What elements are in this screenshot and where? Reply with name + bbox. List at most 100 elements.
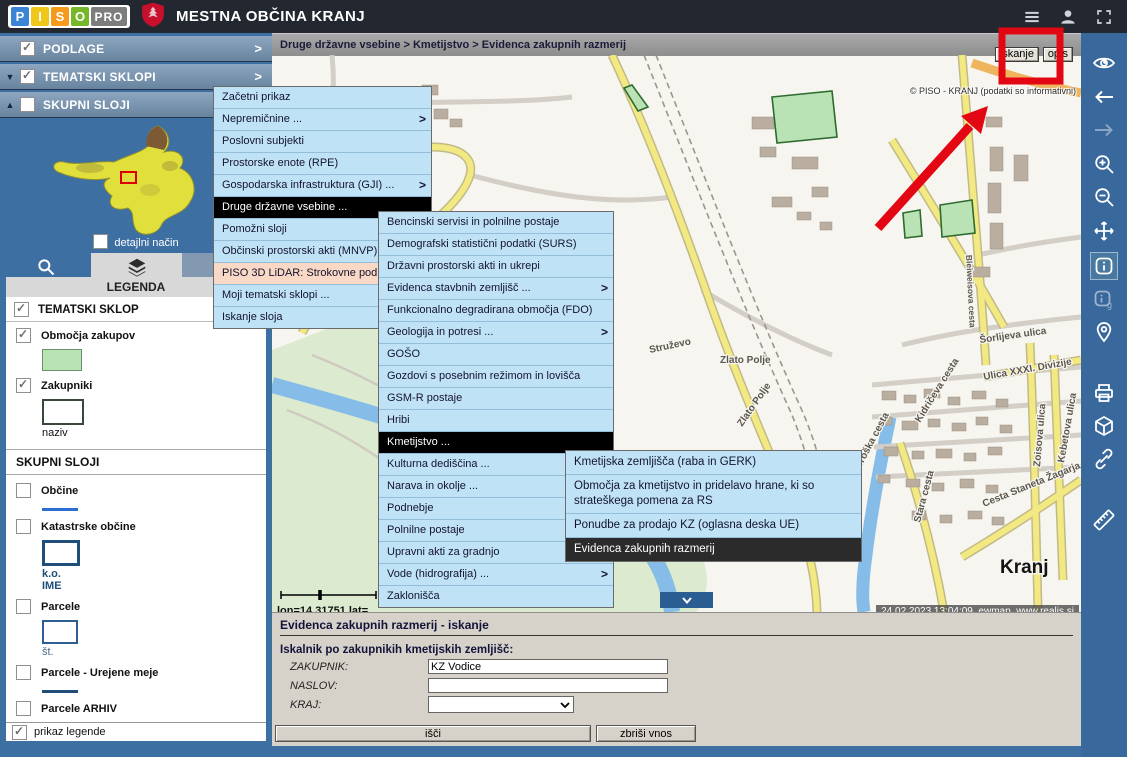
tematski-checkbox[interactable] [20, 69, 35, 84]
identify-group-icon[interactable]: g [1091, 286, 1117, 312]
logo-letter: O [71, 7, 89, 26]
menu-item[interactable]: Demografski statistični podatki (SURS) [379, 234, 613, 256]
menu-item[interactable]: Začetni prikaz [214, 87, 431, 109]
menu-item[interactable]: Kmetijska zemljišča (raba in GERK) [566, 451, 861, 475]
print-icon[interactable] [1091, 380, 1117, 406]
expand-right-icon: > [254, 69, 262, 84]
pan-icon[interactable] [1091, 218, 1117, 244]
map-copyright: © PISO - KRANJ (podatki so informativni) [910, 86, 1076, 96]
menu-item[interactable]: Nepremičnine ...> [214, 109, 431, 131]
legend-item-zakupniki: Zakupniki naziv [16, 378, 256, 439]
tab-layers[interactable] [91, 253, 182, 280]
layer-checkbox[interactable] [16, 328, 31, 343]
legend-swatch [42, 399, 84, 425]
menu-item[interactable]: Gozdovi s posebnim režimom in lovišča [379, 366, 613, 388]
menu-item[interactable]: Geologija in potresi ...> [379, 322, 613, 344]
detail-mode-checkbox[interactable] [93, 234, 108, 249]
skupni-checkbox[interactable] [20, 97, 35, 112]
map-timestamp: 24.02.2023 13:04:09, ewmap, www.realis.s… [876, 605, 1079, 612]
legend-swatch [42, 540, 80, 566]
map-toolbar: g [1081, 33, 1127, 757]
cursor-coordinates: lon=14.31751 lat= [277, 605, 368, 612]
menu-item-active[interactable]: Evidenca zakupnih razmerij [566, 538, 861, 561]
zakupnik-input[interactable] [428, 659, 668, 674]
svg-text:g: g [1107, 300, 1112, 310]
legend-item-parcele: Parcele št. [16, 599, 256, 658]
piso-logo: P I S O PRO [8, 5, 130, 28]
tab-search[interactable] [0, 253, 91, 280]
menu-level3: Kmetijska zemljišča (raba in GERK) Območ… [565, 450, 862, 562]
map-search-button[interactable]: iskanje [995, 47, 1039, 62]
panel-collapse-tab[interactable] [660, 592, 713, 608]
view-3d-cube-icon[interactable] [1091, 413, 1117, 439]
layer-checkbox[interactable] [16, 378, 31, 393]
layer-checkbox[interactable] [16, 519, 31, 534]
logo-letter: P [11, 7, 29, 26]
menu-icon[interactable] [1021, 6, 1043, 28]
podlage-checkbox[interactable] [20, 41, 35, 56]
street-label: Struževo [648, 336, 692, 356]
menu-item[interactable]: Gospodarska infrastruktura (GJI) ...> [214, 175, 431, 197]
sidebar-section-podlage[interactable]: PODLAGE > [0, 36, 272, 62]
layer-checkbox[interactable] [16, 599, 31, 614]
search-submit-button[interactable]: išči [275, 725, 591, 742]
menu-item[interactable]: Vode (hidrografija) ...> [379, 564, 613, 586]
chevron-down-icon [560, 701, 570, 709]
menu-item[interactable]: Državni prostorski akti in ukrepi [379, 256, 613, 278]
naslov-label: NASLOV: [290, 680, 428, 692]
naslov-input[interactable] [428, 678, 668, 693]
finder-label: Iskalnik po zakupnikih kmetijskih zemlji… [280, 644, 1073, 656]
zakupnik-label: ZAKUPNIK: [290, 661, 428, 673]
zoom-in-icon[interactable] [1091, 151, 1117, 177]
kranj-coat-of-arms-icon [140, 1, 166, 33]
legend-swatch [42, 690, 78, 693]
city-label: Kranj [1000, 557, 1049, 578]
measure-ruler-icon[interactable] [1091, 507, 1117, 533]
menu-item[interactable]: Bencinski servisi in polnilne postaje [379, 212, 613, 234]
fullscreen-icon[interactable] [1093, 6, 1115, 28]
legend-group-skupni: SKUPNI SLOJI [6, 449, 266, 475]
app-header: P I S O PRO MESTNA OBČINA KRANJ [0, 0, 1127, 33]
menu-item[interactable]: Ponudbe za prodajo KZ (oglasna deska UE) [566, 514, 861, 538]
back-arrow-icon[interactable] [1091, 84, 1117, 110]
menu-item[interactable]: GSM-R postaje [379, 388, 613, 410]
submenu-arrow-icon: > [419, 175, 426, 196]
menu-item[interactable]: Evidenca stavbnih zemljišč ...> [379, 278, 613, 300]
menu-item[interactable]: Poslovni subjekti [214, 131, 431, 153]
layer-checkbox[interactable] [16, 483, 31, 498]
menu-item[interactable]: Prostorske enote (RPE) [214, 153, 431, 175]
kraj-select[interactable] [428, 696, 574, 713]
search-results-panel: Evidenca zakupnih razmerij - iskanje Isk… [272, 612, 1081, 746]
panel-title: Evidenca zakupnih razmerij - iskanje [280, 618, 1073, 632]
street-label: Zlato Polje [720, 355, 771, 366]
legend-item-katastrske-obcine: Katastrske občine k.o. IME [16, 519, 256, 592]
map-description-button[interactable]: opis [1043, 47, 1073, 62]
layer-checkbox[interactable] [16, 665, 31, 680]
municipality-shape [54, 126, 194, 234]
logo-letter: S [51, 7, 69, 26]
menu-item[interactable]: Območja za kmetijstvo in pridelavo hrane… [566, 475, 861, 514]
clear-input-button[interactable]: zbriši vnos [596, 725, 696, 742]
submenu-arrow-icon: > [601, 278, 608, 299]
group-checkbox[interactable] [14, 302, 29, 317]
logo-pro: PRO [91, 7, 127, 26]
menu-item[interactable]: Hribi [379, 410, 613, 432]
collapse-icon: ▼ [0, 72, 20, 82]
legend-swatch [42, 349, 82, 371]
menu-item[interactable]: Zaklonišča [379, 586, 613, 607]
submenu-arrow-icon: > [601, 322, 608, 343]
locate-pin-icon[interactable] [1091, 319, 1117, 345]
share-link-icon[interactable] [1091, 446, 1117, 472]
logo-letter: I [31, 7, 49, 26]
menu-item[interactable]: GOŠO [379, 344, 613, 366]
user-icon[interactable] [1057, 6, 1079, 28]
forward-arrow-icon[interactable] [1091, 117, 1117, 143]
layer-checkbox[interactable] [16, 701, 31, 716]
menu-item[interactable]: Funkcionalno degradirana območja (FDO) [379, 300, 613, 322]
show-legend-checkbox[interactable] [12, 725, 27, 740]
legend-item-parcele-urejene-meje: Parcele - Urejene meje [16, 665, 256, 693]
legend-item-obcine: Občine [16, 483, 256, 511]
zoom-out-icon[interactable] [1091, 184, 1117, 210]
visibility-eye-icon[interactable] [1091, 50, 1117, 76]
identify-info-icon[interactable] [1091, 253, 1117, 279]
